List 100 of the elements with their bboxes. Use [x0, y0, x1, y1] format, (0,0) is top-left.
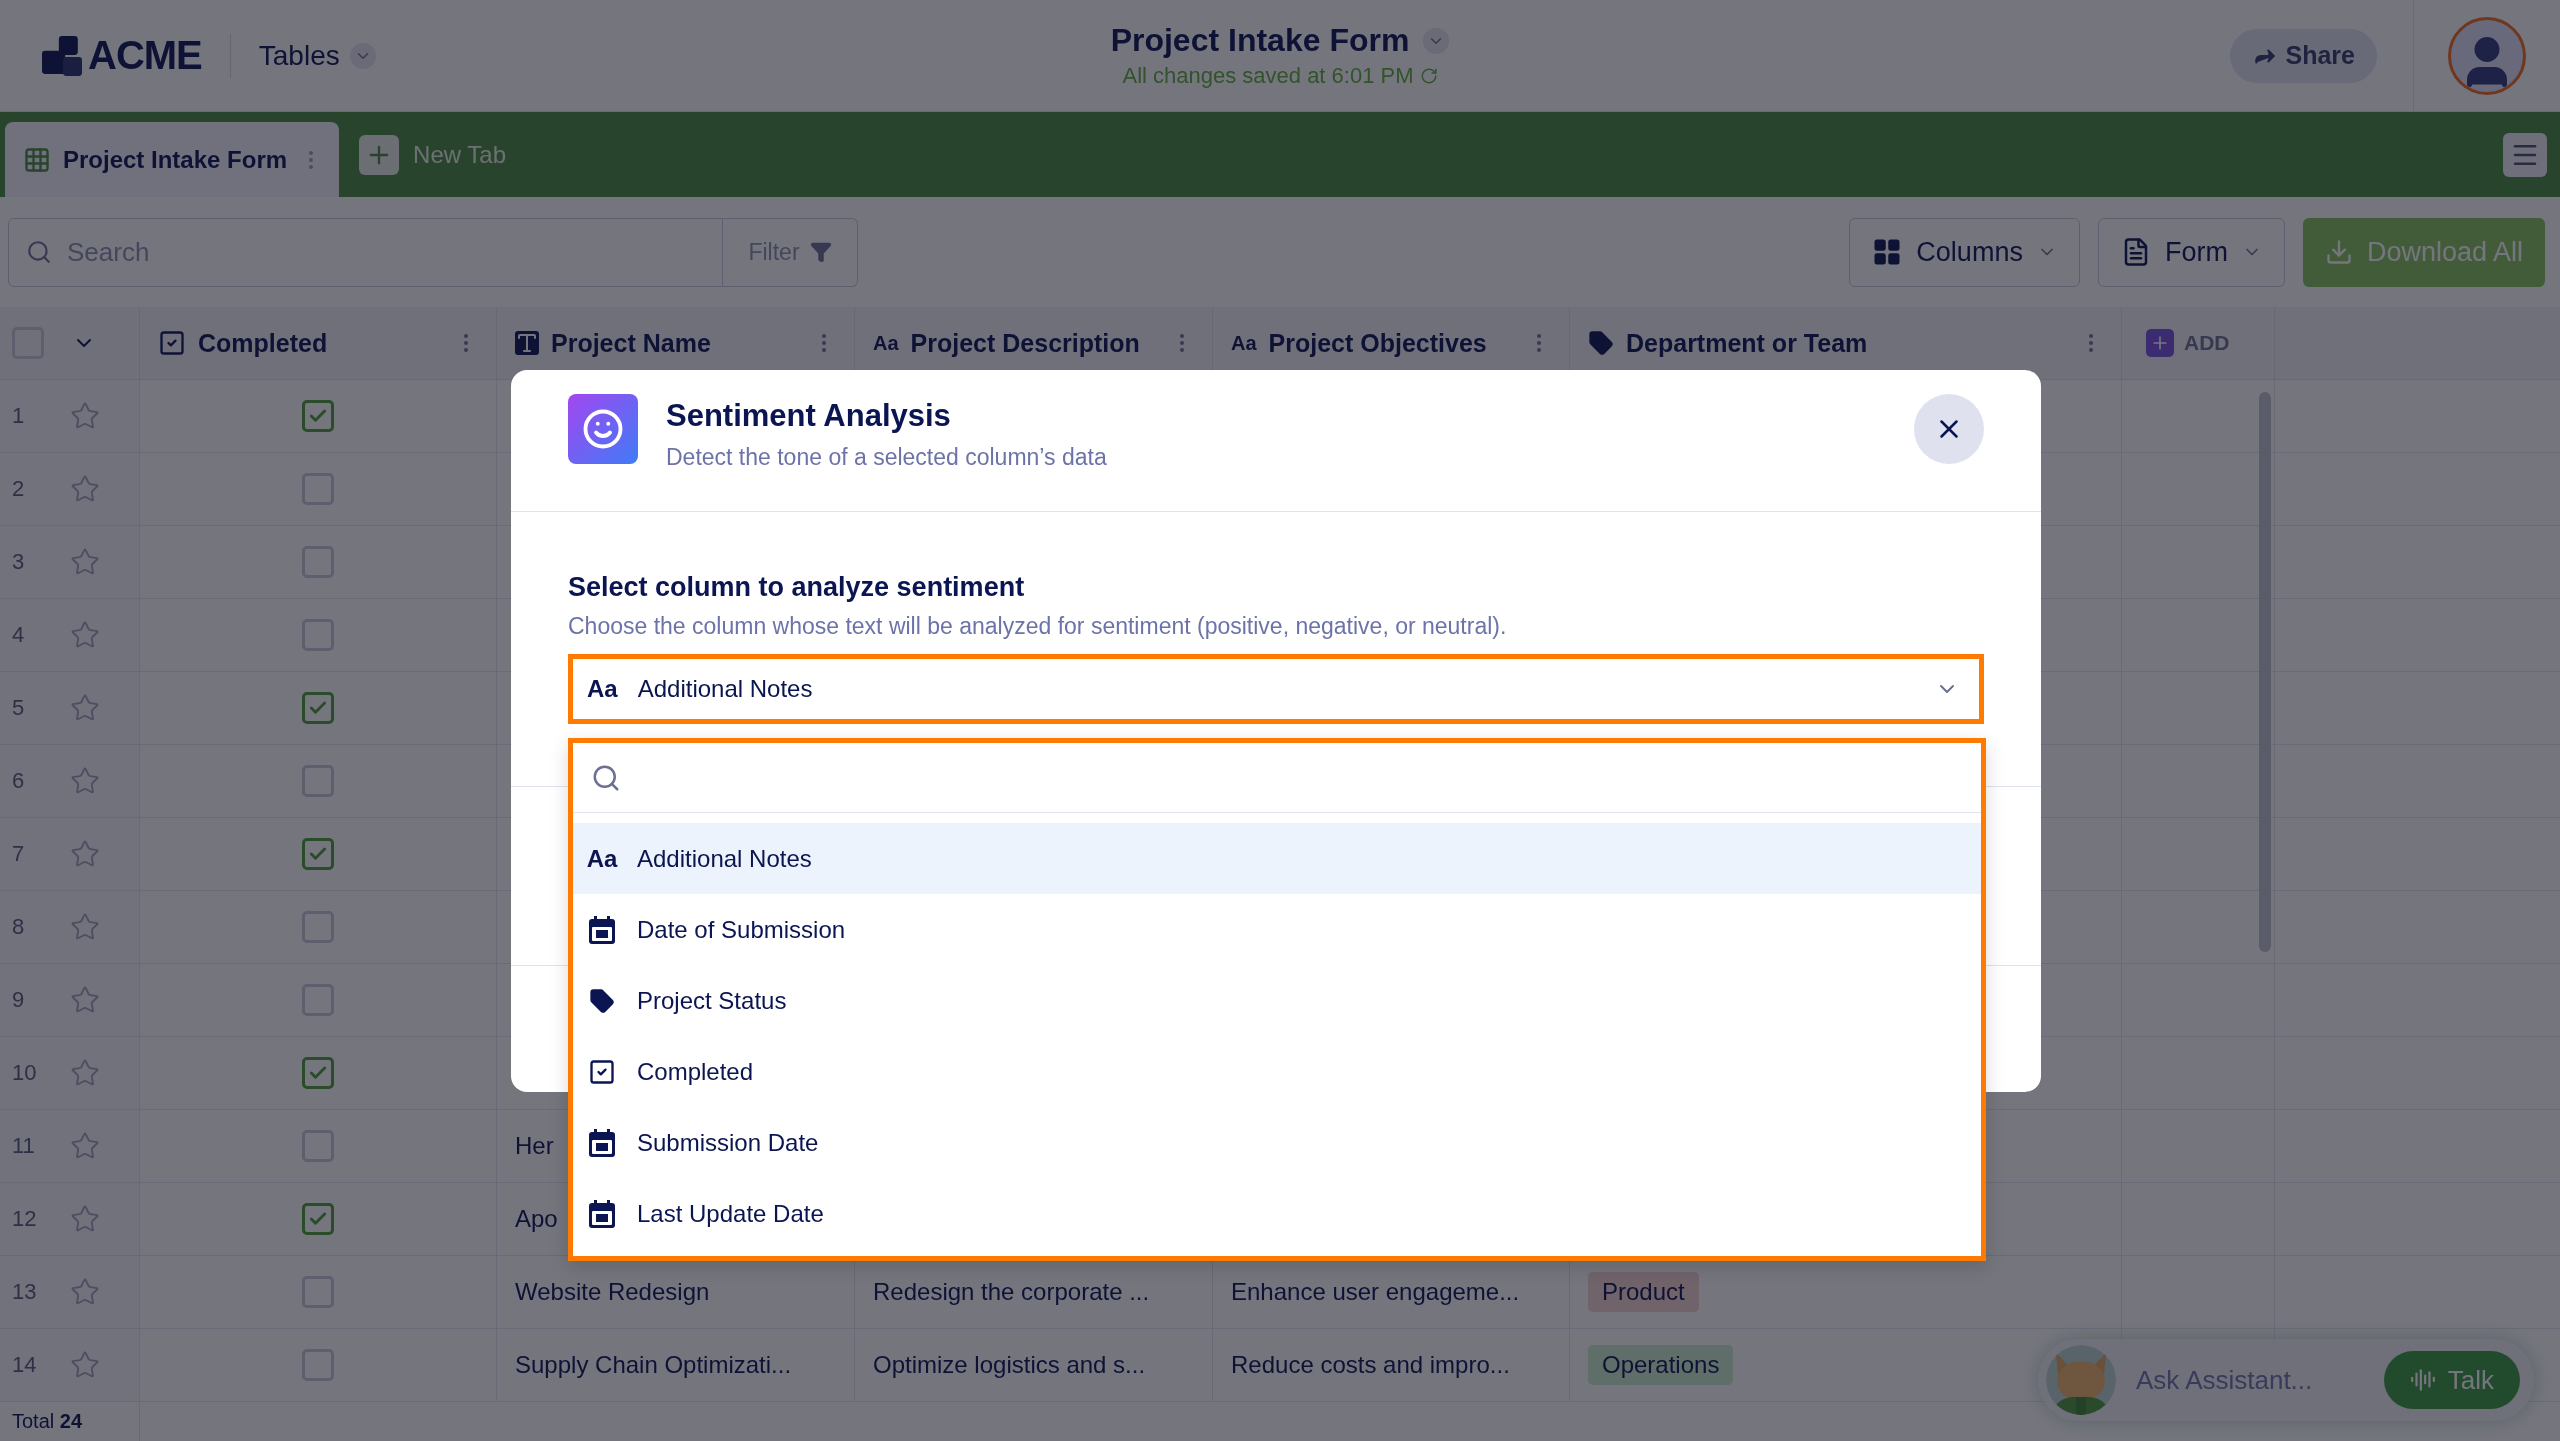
star-icon[interactable]: [70, 547, 100, 577]
filter-icon: [809, 241, 832, 263]
chevron-icon: [349, 42, 376, 69]
audio-icon: [2409, 1367, 2436, 1393]
star-icon[interactable]: [70, 1131, 100, 1161]
share-button[interactable]: Share: [2229, 28, 2377, 83]
plus-icon: [2146, 329, 2174, 357]
table-cell: Reduce costs and impro...: [1231, 1351, 1510, 1379]
column-header[interactable]: Department or Team: [1626, 328, 2067, 358]
checkbox[interactable]: [302, 1276, 334, 1308]
checkbox-icon: [158, 329, 186, 357]
column-header[interactable]: Project Description: [910, 328, 1158, 358]
calendar-icon: [589, 915, 615, 944]
star-icon[interactable]: [70, 1277, 100, 1307]
star-icon[interactable]: [70, 766, 100, 796]
tables-menu[interactable]: Tables: [258, 39, 376, 72]
table-cell: Website Redesign: [515, 1278, 710, 1306]
form-title: Project Intake Form: [1110, 22, 1410, 59]
logo-text: ACME: [88, 33, 202, 78]
type-glyph: Aa: [873, 331, 899, 355]
dropdown-option[interactable]: Project Status: [573, 965, 1981, 1036]
row-number: 12: [12, 1206, 38, 1232]
table-cell: Apo: [515, 1205, 558, 1233]
title-icon: [515, 331, 539, 355]
checkbox[interactable]: [302, 1203, 334, 1235]
checkbox[interactable]: [302, 546, 334, 578]
checkbox[interactable]: [302, 473, 334, 505]
row-number: 9: [12, 987, 26, 1013]
row-number: 3: [12, 549, 26, 575]
column-select[interactable]: Aa Additional Notes: [568, 654, 1984, 724]
menu-button[interactable]: [2503, 132, 2547, 177]
star-icon[interactable]: [70, 1058, 100, 1088]
checkbox[interactable]: [302, 984, 334, 1016]
row-number: 5: [12, 695, 26, 721]
dropdown-search-field[interactable]: [573, 743, 1981, 813]
dropdown-option[interactable]: Date of Submission: [573, 894, 1981, 965]
star-icon[interactable]: [70, 985, 100, 1015]
grid-icon: [1872, 237, 1903, 267]
row-number: 4: [12, 622, 26, 648]
star-icon[interactable]: [70, 1204, 100, 1234]
sentiment-icon: [568, 394, 638, 464]
table-cell: Her: [515, 1132, 554, 1160]
row-number: 11: [12, 1133, 36, 1159]
columns-button[interactable]: Columns: [1849, 217, 2080, 287]
row-number: 13: [12, 1279, 38, 1305]
star-icon[interactable]: [70, 839, 100, 869]
new-tab-button[interactable]: New Tab: [353, 133, 512, 176]
checkbox[interactable]: [302, 692, 334, 724]
department-tag: Product: [1588, 1272, 1699, 1312]
star-icon[interactable]: [70, 693, 100, 723]
plus-icon: [359, 134, 400, 175]
ask-assistant-field[interactable]: Ask Assistant...: [2136, 1364, 2364, 1396]
dropdown-option[interactable]: Submission Date: [573, 1107, 1981, 1178]
type-glyph: Aa: [587, 675, 618, 703]
row-number: 8: [12, 914, 26, 940]
dropdown-option[interactable]: Completed: [573, 1036, 1981, 1107]
talk-button[interactable]: Talk: [2383, 1351, 2520, 1409]
save-status: All changes saved at 6:01 PM: [1122, 63, 1414, 89]
type-glyph: Aa: [586, 844, 618, 873]
checkbox[interactable]: [302, 400, 334, 432]
form-button[interactable]: Form: [2097, 217, 2285, 287]
row-number: 10: [12, 1060, 38, 1086]
add-column-button[interactable]: ADD: [2140, 328, 2236, 358]
star-icon[interactable]: [70, 912, 100, 942]
checkbox[interactable]: [302, 838, 334, 870]
total-count: Total 24: [12, 1410, 83, 1433]
download-icon: [2324, 238, 2353, 266]
row-number: 14: [12, 1352, 38, 1378]
checkbox[interactable]: [302, 765, 334, 797]
star-icon[interactable]: [70, 620, 100, 650]
star-icon[interactable]: [70, 474, 100, 504]
column-header[interactable]: Project Objectives: [1268, 328, 1515, 358]
star-icon[interactable]: [70, 401, 100, 431]
checkbox[interactable]: [302, 1130, 334, 1162]
checkbox[interactable]: [302, 1349, 334, 1381]
field-hint: Choose the column whose text will be analyzed for sentiment (positive, negative, or neutral).: [568, 613, 1508, 640]
row-number: 2: [12, 476, 26, 502]
department-tag: Operations: [1588, 1345, 1734, 1385]
row-number: 1: [12, 403, 26, 429]
table-cell: Enhance user engageme...: [1231, 1278, 1520, 1306]
column-header[interactable]: Project Name: [551, 328, 800, 358]
dropdown-option[interactable]: Last Update Date: [573, 1178, 1981, 1249]
modal-title: Sentiment Analysis: [666, 398, 952, 434]
chevron-icon[interactable]: [1423, 27, 1450, 54]
logo-icon: [42, 35, 82, 76]
column-header[interactable]: Completed: [198, 328, 442, 358]
tab[interactable]: Project Intake Form: [5, 122, 340, 197]
table-cell: Optimize logistics and s...: [873, 1351, 1146, 1379]
checkbox-icon: [588, 1057, 616, 1086]
checkbox[interactable]: [302, 911, 334, 943]
star-icon[interactable]: [70, 1350, 100, 1380]
scrollbar-thumb[interactable]: [2259, 392, 2271, 952]
checkbox[interactable]: [302, 619, 334, 651]
modal-subtitle: Detect the tone of a selected column’s data: [666, 444, 1107, 471]
grid-icon: [23, 145, 51, 174]
checkbox[interactable]: [302, 1057, 334, 1089]
dropdown-option[interactable]: Aa Additional Notes: [573, 823, 1981, 894]
calendar-icon: [589, 1128, 615, 1157]
tag-icon: [1588, 330, 1614, 356]
table-cell: Supply Chain Optimizati...: [515, 1351, 792, 1379]
